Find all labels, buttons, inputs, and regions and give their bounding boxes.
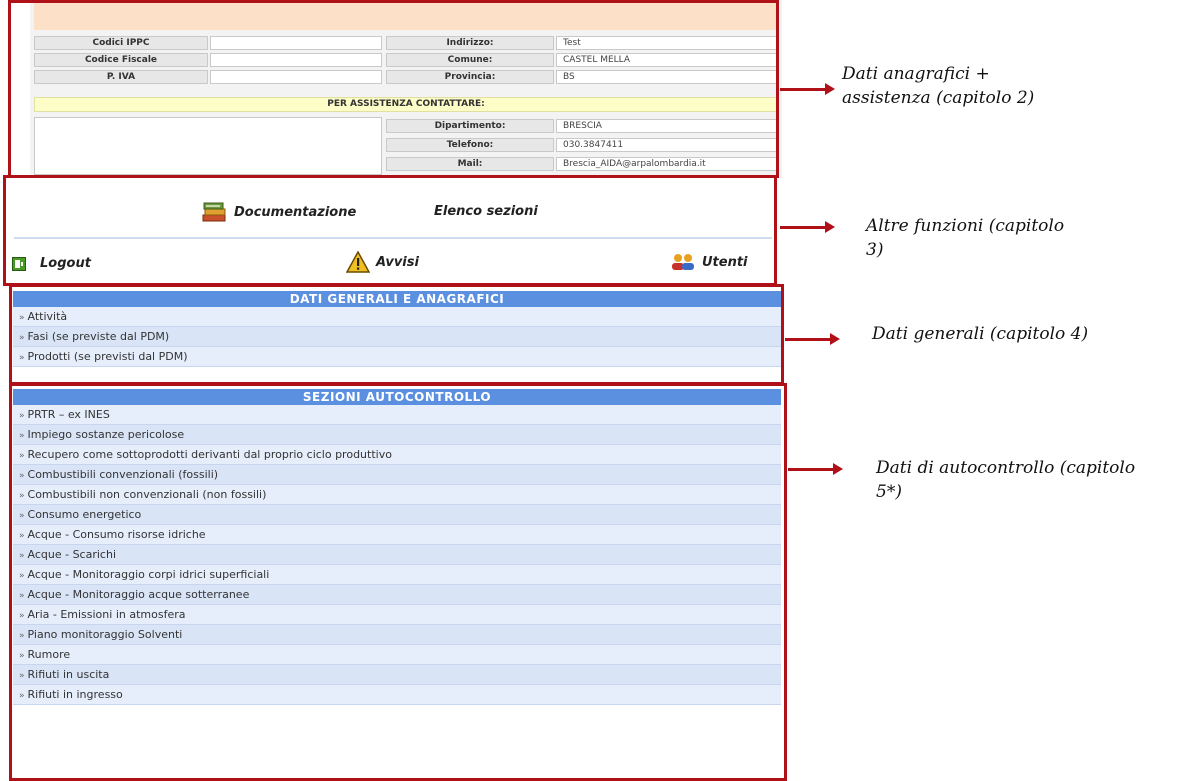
menu-item-fasi[interactable]: » Fasi (se previste dal PDM) [13,327,781,347]
arrow-anagrafici [780,83,835,95]
logout-label: Logout [40,256,91,271]
menu-item-solventi[interactable]: » Piano monitoraggio Solventi [13,625,781,645]
label-codice-fiscale: Codice Fiscale [34,53,208,67]
arrow-funzioni [780,221,835,233]
value-dipartimento: BRESCIA [556,119,778,133]
note-funzioni: Altre funzioni (capitolo 3) [866,216,1065,260]
divider [14,237,772,239]
arrow-autocontrollo [788,463,843,475]
menu-item-sottoprodotti[interactable]: » Recupero come sottoprodotti derivanti d… [13,445,781,465]
menu-item-scarichi[interactable]: » Acque - Scarichi [13,545,781,565]
documentazione-label: Documentazione [234,204,357,220]
label-piva: P. IVA [34,70,208,84]
general-menu-header: DATI GENERALI E ANAGRAFICI [13,291,781,307]
users-icon [672,254,694,270]
note-autocontrollo: Dati di autocontrollo (capitolo 5*) [876,458,1136,502]
menu-item-acque-sotterranee[interactable]: » Acque - Monitoraggio acque sotterranee [13,585,781,605]
label-dipartimento: Dipartimento: [386,119,554,133]
label-indirizzo: Indirizzo: [386,36,554,50]
value-piva [210,70,382,84]
avvisi-link[interactable]: Avvisi [346,251,419,273]
utenti-link[interactable]: Utenti [670,253,748,271]
menu-item-rifiuti-uscita[interactable]: » Rifiuti in uscita [13,665,781,685]
company-info-panel: Codici IPPC Indirizzo: Test Codice Fisca… [30,0,782,178]
menu-item-corpi-idrici[interactable]: » Acque - Monitoraggio corpi idrici super… [13,565,781,585]
menu-item-prtr[interactable]: » PRTR – ex INES [13,405,781,425]
menu-item-attivita[interactable]: » Attività [13,307,781,327]
menu-item-rumore[interactable]: » Rumore [13,645,781,665]
label-provincia: Provincia: [386,70,554,84]
value-codice-fiscale [210,53,382,67]
label-telefono: Telefono: [386,138,554,152]
functions-bar: Documentazione Elenco sezioni Logout Avv… [8,180,778,284]
menu-item-rifiuti-ingresso[interactable]: » Rifiuti in ingresso [13,685,781,705]
warning-icon [346,251,370,273]
note-anagrafici: Dati anagrafici + assistenza (capitolo 2… [842,64,1035,108]
arrow-dati-generali [785,333,840,345]
value-comune: CASTEL MELLA [556,53,778,67]
note-dati-generali: Dati generali (capitolo 4) [872,324,1089,344]
menu-item-sostanze-pericolose[interactable]: » Impiego sostanze pericolose [13,425,781,445]
label-comune: Comune: [386,53,554,67]
documentazione-link[interactable]: Documentazione [200,200,356,224]
assistance-heading: PER ASSISTENZA CONTATTARE: [34,97,778,112]
value-mail: Brescia_AIDA@arpalombardia.it [556,157,778,171]
value-indirizzo: Test [556,36,778,50]
avvisi-label: Avvisi [376,254,419,270]
logout-icon [12,256,26,271]
menu-item-combustibili-non-fossili[interactable]: » Combustibili non convenzionali (non fos… [13,485,781,505]
menu-item-combustibili-fossili[interactable]: » Combustibili convenzionali (fossili) [13,465,781,485]
logout-link[interactable]: Logout [12,256,91,271]
autocontrollo-menu: SEZIONI AUTOCONTROLLO » PRTR – ex INES » I… [13,389,781,705]
header-banner [34,2,778,30]
elenco-sezioni-link[interactable]: Elenco sezioni [434,204,538,219]
assistance-blank-area [34,117,382,175]
value-codici-ippc [210,36,382,50]
label-codici-ippc: Codici IPPC [34,36,208,50]
menu-item-emissioni-atmosfera[interactable]: » Aria - Emissioni in atmosfera [13,605,781,625]
label-mail: Mail: [386,157,554,171]
menu-item-consumo-energetico[interactable]: » Consumo energetico [13,505,781,525]
menu-item-prodotti[interactable]: » Prodotti (se previsti dal PDM) [13,347,781,367]
menu-item-risorse-idriche[interactable]: » Acque - Consumo risorse idriche [13,525,781,545]
utenti-label: Utenti [702,254,748,270]
value-telefono: 030.3847411 [556,138,778,152]
books-icon [202,202,226,222]
autocontrollo-menu-header: SEZIONI AUTOCONTROLLO [13,389,781,405]
value-provincia: BS [556,70,778,84]
general-data-menu: DATI GENERALI E ANAGRAFICI » Attività » Fa… [13,291,781,367]
elenco-sezioni-label: Elenco sezioni [434,204,538,219]
